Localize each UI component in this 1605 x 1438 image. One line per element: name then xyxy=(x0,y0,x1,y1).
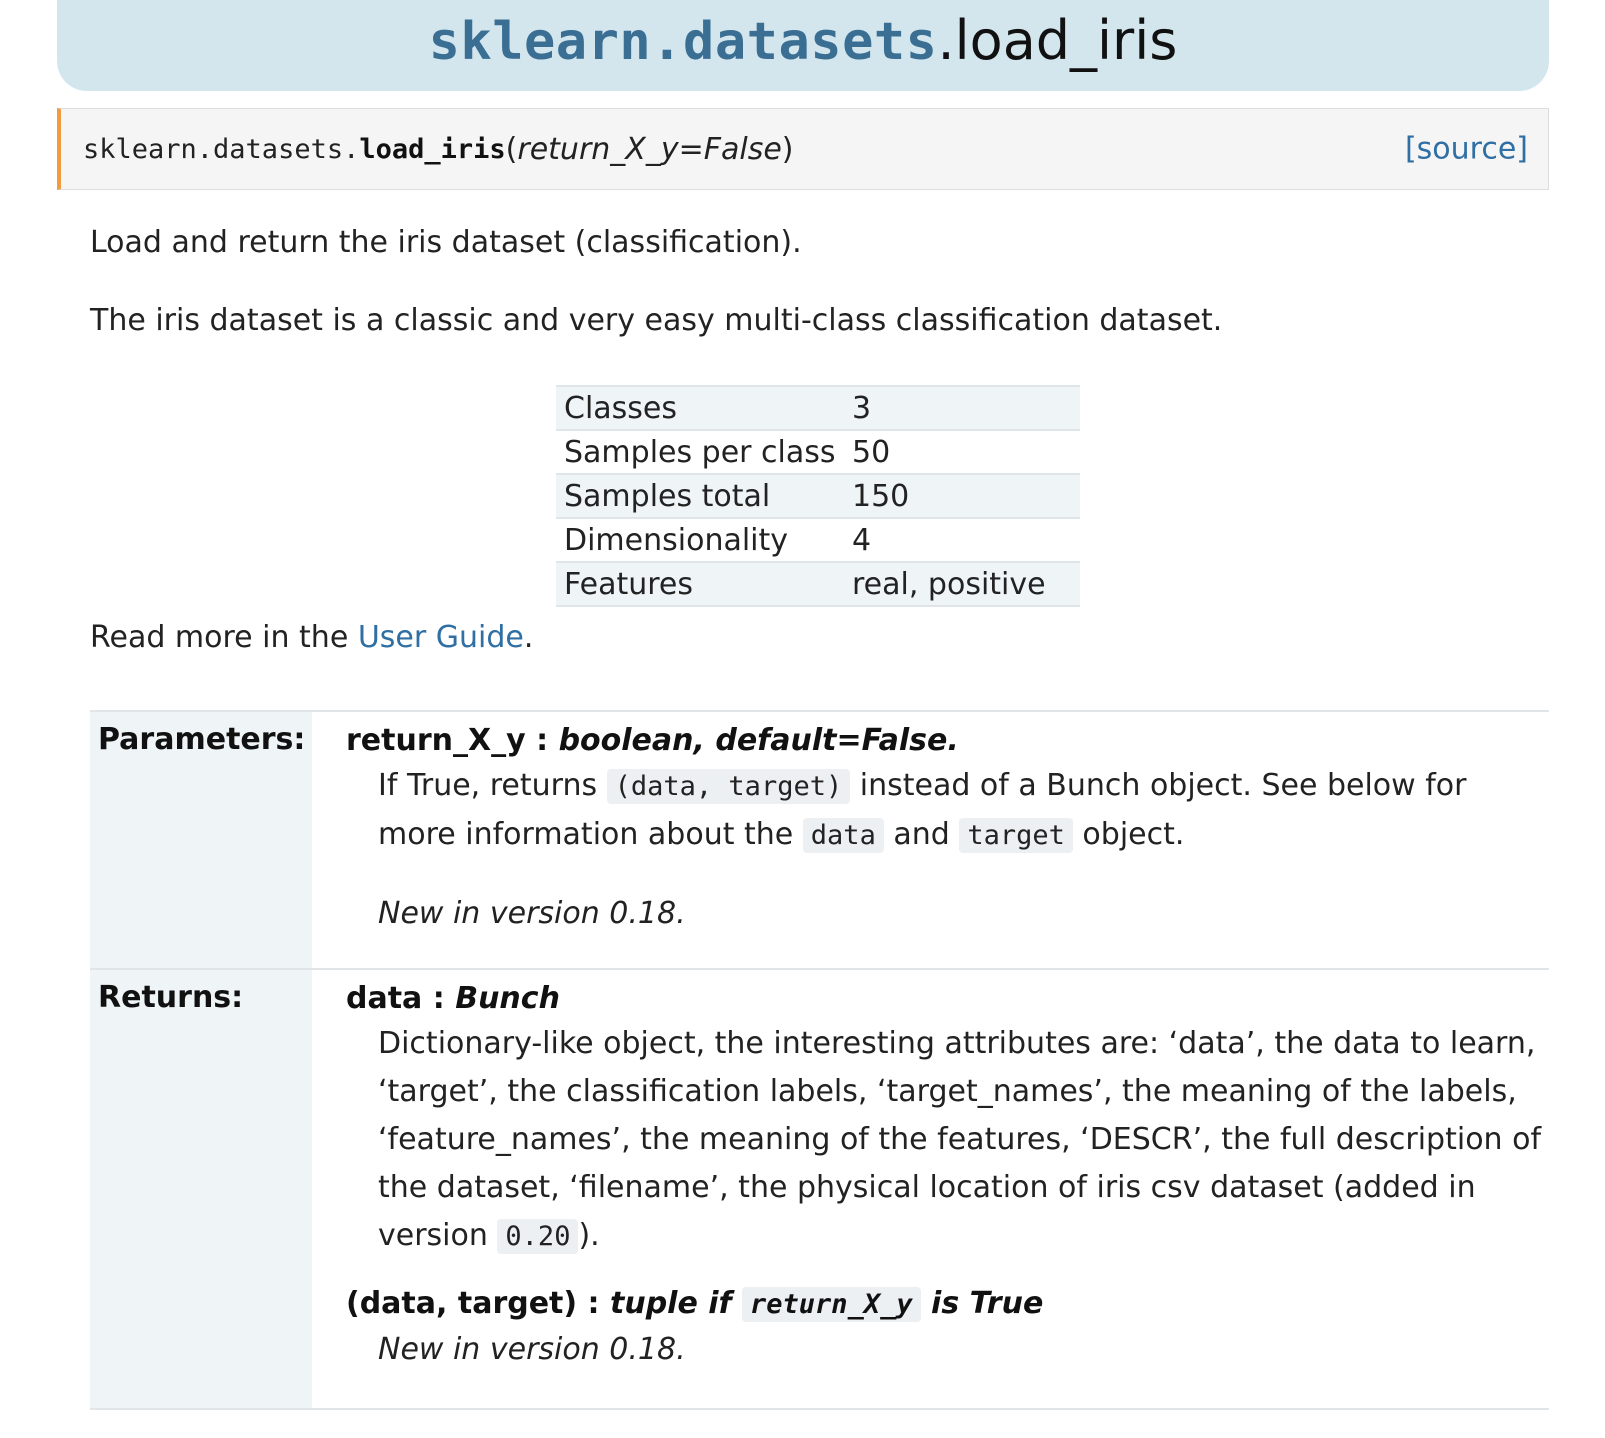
returns-label: Returns: xyxy=(90,968,312,1410)
dataset-info-table: Classes 3 Samples per class 50 Samples t… xyxy=(556,385,1080,607)
page-title-banner: sklearn.datasets.load_iris xyxy=(57,0,1549,91)
param-description: If True, returns (data, target) instead … xyxy=(346,762,1549,860)
param-desc-part: and xyxy=(883,817,960,852)
returns-body: data : Bunch Dictionary-like object, the… xyxy=(312,968,1549,1410)
return-name: (data, target) xyxy=(346,1286,578,1321)
version-note-text: New in version 0.18. xyxy=(378,1332,686,1367)
function-signature: sklearn.datasets. load_iris (return_X_y=Fa… xyxy=(57,108,1549,190)
table-row: Samples total 150 xyxy=(556,473,1080,518)
signature-name: load_iris xyxy=(359,133,506,165)
return-version-note: New in version 0.18. xyxy=(346,1326,1549,1374)
parameters-body: return_X_y : boolean, default=False. If … xyxy=(312,710,1549,969)
table-row: Samples per class 50 xyxy=(556,429,1080,474)
return-desc-part: ). xyxy=(578,1218,600,1253)
parameters-row: Parameters: return_X_y : boolean, defaul… xyxy=(90,710,1549,969)
inline-code: data xyxy=(802,818,884,853)
page-title: sklearn.datasets.load_iris xyxy=(429,9,1178,72)
signature-open-paren: ( xyxy=(505,131,518,167)
return-description: Dictionary-like object, the interesting … xyxy=(346,1020,1549,1261)
param-sep: : xyxy=(525,723,559,758)
param-version-note: New in version 0.18. xyxy=(346,890,1549,938)
param-desc-part: object. xyxy=(1072,817,1185,852)
table-value: real, positive xyxy=(844,561,1080,607)
user-guide-link[interactable]: User Guide xyxy=(358,620,524,655)
table-value: 50 xyxy=(844,429,1080,474)
read-more-text: Read more in the User Guide. xyxy=(90,620,533,655)
inline-code: return_X_y xyxy=(742,1287,921,1322)
table-key: Samples total xyxy=(556,473,844,518)
read-more-prefix: Read more in the xyxy=(90,620,358,655)
inline-code: (data, target) xyxy=(606,769,851,804)
return-type: Bunch xyxy=(455,981,560,1016)
title-module: sklearn.datasets xyxy=(428,12,938,72)
inline-code: 0.20 xyxy=(497,1219,579,1254)
table-row: Classes 3 xyxy=(556,385,1080,430)
table-value: 3 xyxy=(844,385,1080,430)
param-term: return_X_y : boolean, default=False. xyxy=(346,720,1549,762)
signature-close-paren: ) xyxy=(781,131,794,167)
return-name: data xyxy=(346,981,423,1016)
read-more-suffix: . xyxy=(523,620,534,655)
summary-text: Load and return the iris dataset (classi… xyxy=(90,225,802,260)
signature-param-default: return_X_y=False xyxy=(517,131,782,167)
return-sep: : xyxy=(577,1286,610,1321)
table-value: 150 xyxy=(844,473,1080,518)
param-type: boolean, default=False. xyxy=(558,723,959,758)
detail-text: The iris dataset is a classic and very e… xyxy=(90,303,1223,338)
table-key: Classes xyxy=(556,385,844,430)
returns-row: Returns: data : Bunch Dictionary-like ob… xyxy=(90,968,1549,1410)
inline-code: target xyxy=(959,818,1073,853)
return-type-part: is True xyxy=(920,1286,1044,1321)
title-function: .load_iris xyxy=(937,9,1178,72)
field-list: Parameters: return_X_y : boolean, defaul… xyxy=(90,710,1549,1410)
source-link[interactable]: [source] xyxy=(1405,132,1528,167)
return-type-part: tuple if xyxy=(610,1286,743,1321)
table-row: Features real, positive xyxy=(556,561,1080,607)
table-row: Dimensionality 4 xyxy=(556,517,1080,562)
return-term-tuple: (data, target) : tuple if return_X_y is … xyxy=(346,1283,1549,1326)
param-desc-part: If True, returns xyxy=(378,768,607,803)
signature-module: sklearn.datasets. xyxy=(83,133,360,165)
param-name: return_X_y xyxy=(346,723,526,758)
parameters-label: Parameters: xyxy=(90,710,312,969)
table-key: Features xyxy=(556,561,844,607)
table-key: Samples per class xyxy=(556,429,844,474)
signature-params: (return_X_y=False) xyxy=(506,132,794,167)
version-note-text: New in version 0.18. xyxy=(378,896,686,931)
table-key: Dimensionality xyxy=(556,517,844,562)
return-sep: : xyxy=(422,981,456,1016)
table-value: 4 xyxy=(844,517,1080,562)
return-term-data: data : Bunch xyxy=(346,978,1549,1020)
